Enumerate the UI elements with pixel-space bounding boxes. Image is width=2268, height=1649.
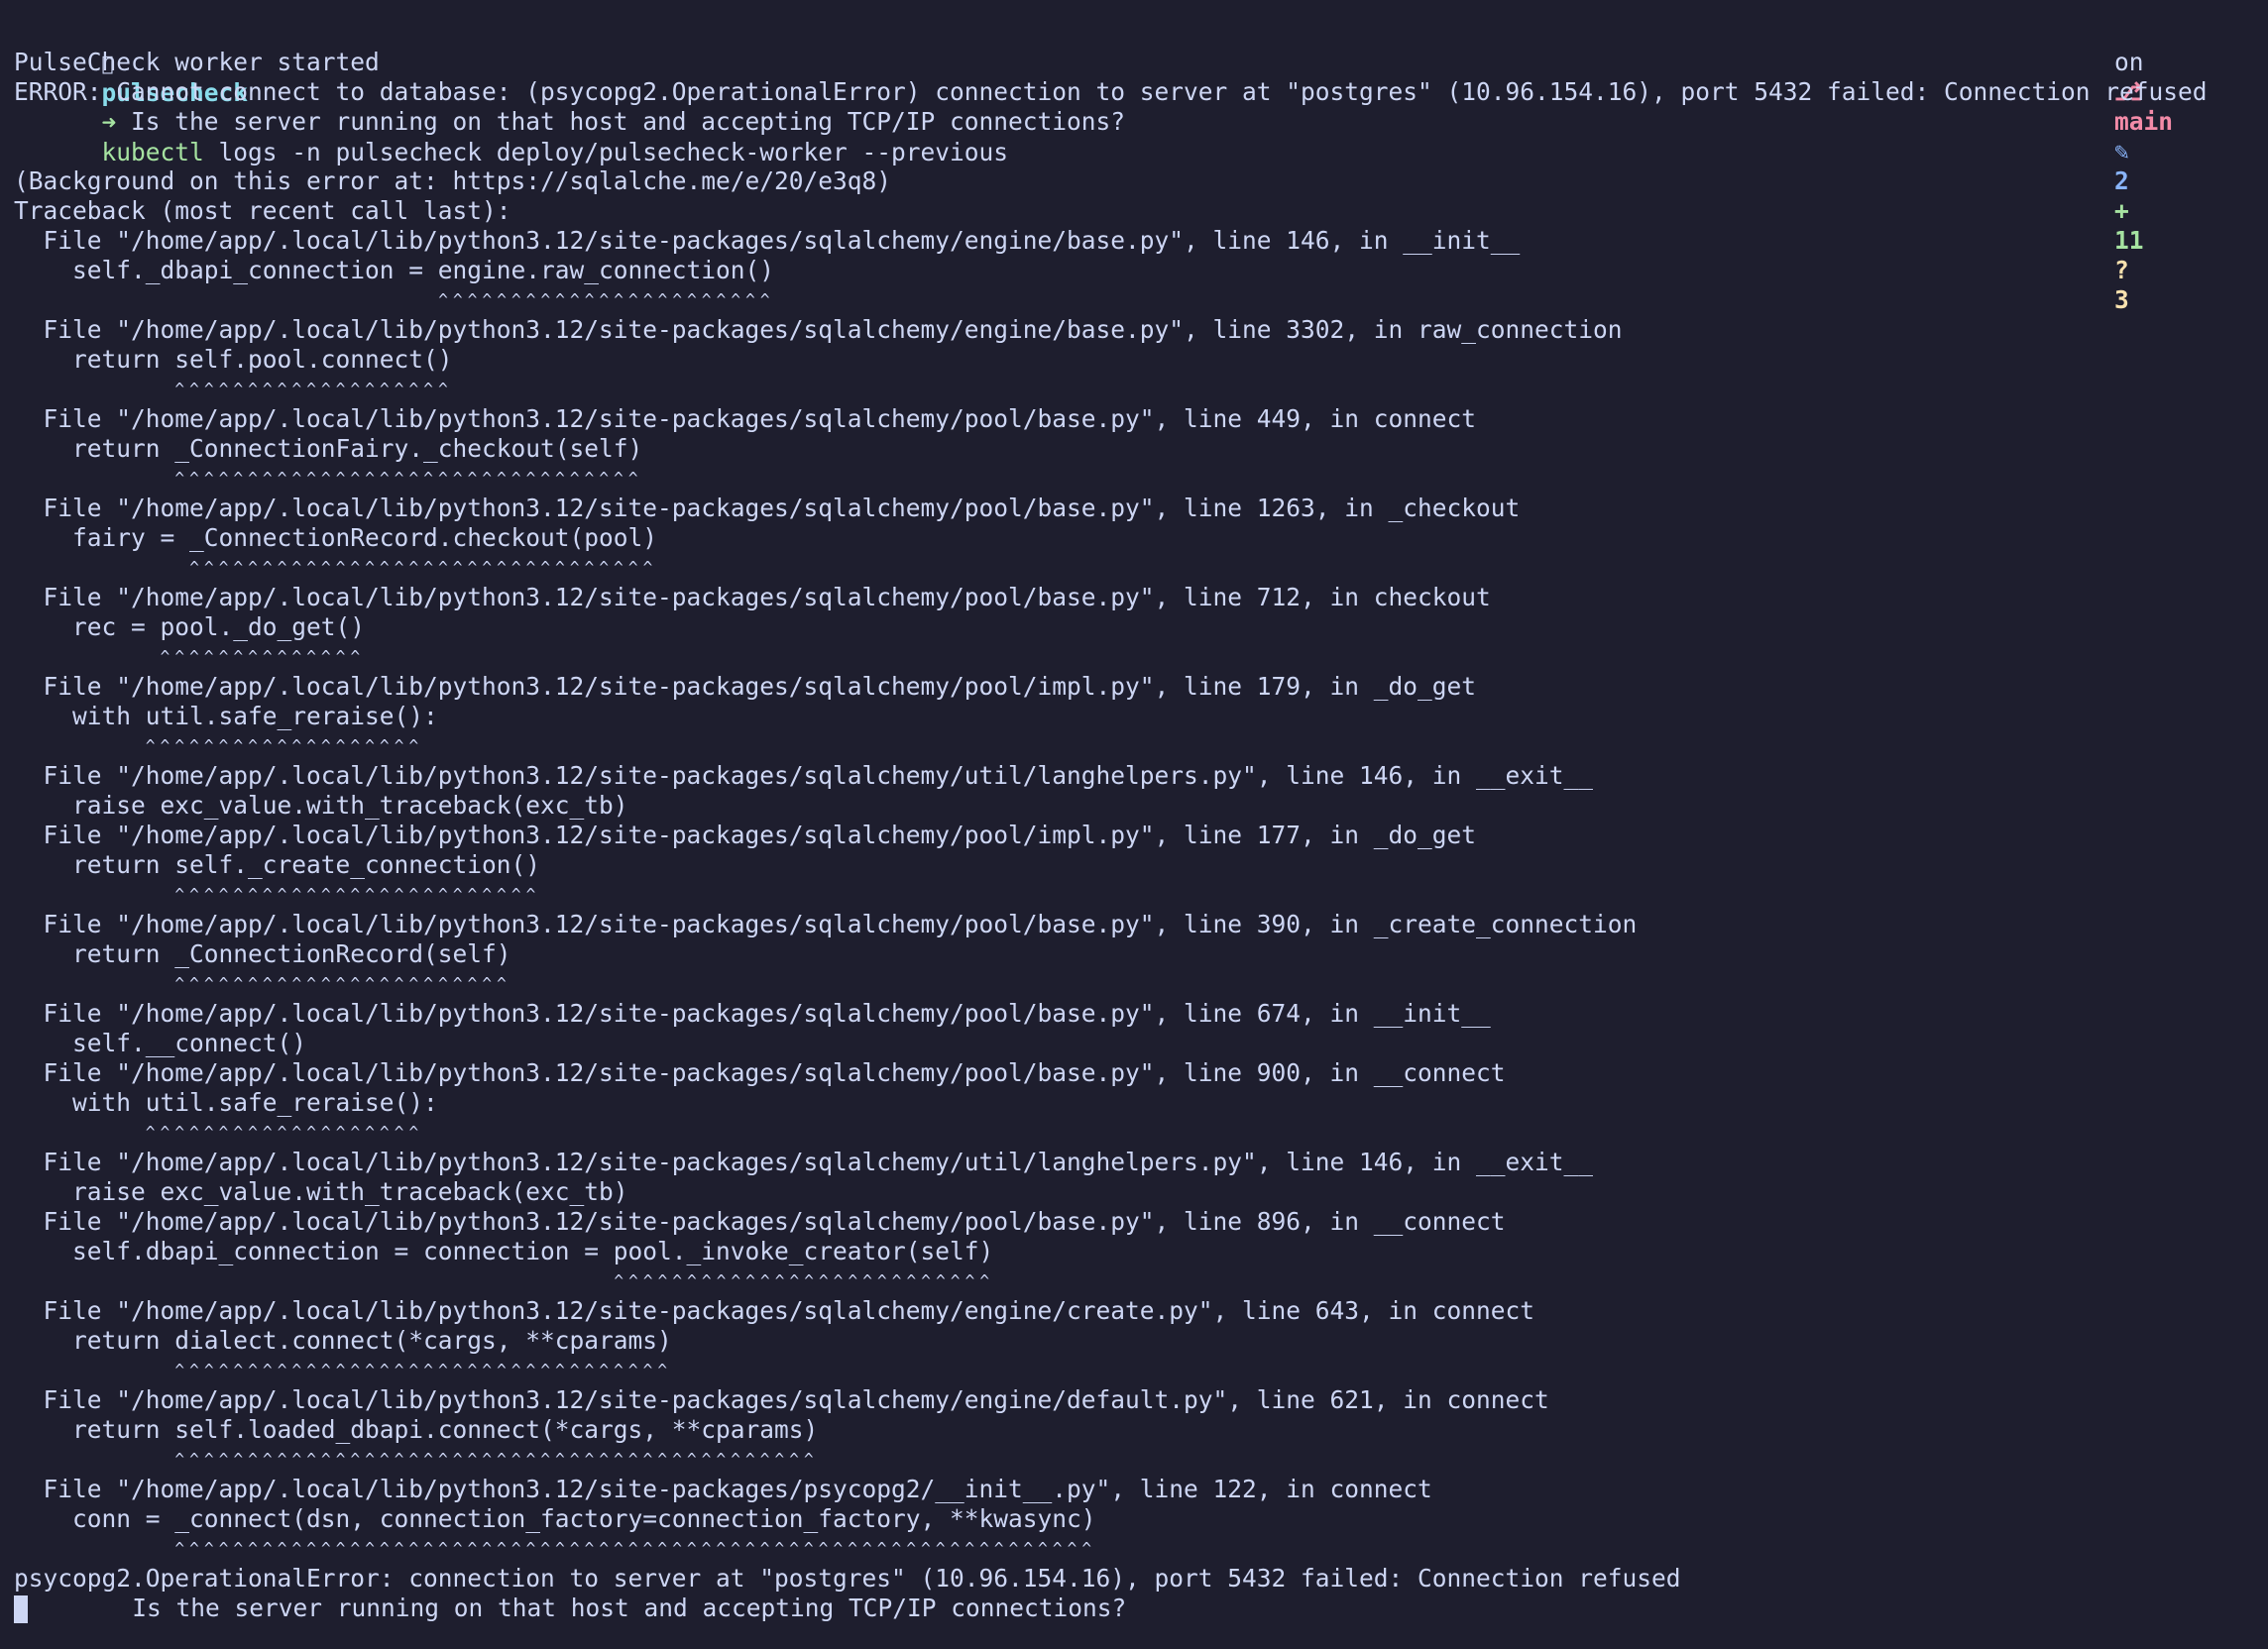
terminal-window[interactable]:  pulsecheck ➜ kubectl logs -n pulsechec… (0, 0, 2268, 1649)
log-line: File "/home/app/.local/lib/python3.12/si… (14, 404, 1477, 433)
log-line: File "/home/app/.local/lib/python3.12/si… (14, 1296, 1535, 1325)
added-count: 11 (2113, 226, 2144, 255)
modified-count: 2 (2113, 166, 2129, 195)
caret-underline: ^^^^^^^^^^^^^^^^^^^^^^^^^^^^^^^^ (189, 558, 658, 577)
log-line: File "/home/app/.local/lib/python3.12/si… (14, 226, 1521, 255)
log-line: File "/home/app/.local/lib/python3.12/si… (14, 1475, 1432, 1503)
pencil-icon: ✎ (2113, 137, 2129, 165)
shell-prompt:  pulsecheck ➜ kubectl logs -n pulsechec… (14, 18, 2268, 314)
log-line: File "/home/app/.local/lib/python3.12/si… (14, 494, 1521, 522)
log-line: File "/home/app/.local/lib/python3.12/si… (14, 761, 1594, 790)
log-line: self._dbapi_connection = engine.raw_conn… (14, 256, 775, 284)
git-branch-name: main (2113, 107, 2173, 136)
log-line: with util.safe_reraise(): (14, 702, 438, 730)
log-line: File "/home/app/.local/lib/python3.12/si… (14, 672, 1477, 701)
caret-underline: ^^^^^^^^^^^^^^^^^^^^^^^^^^ (614, 1271, 995, 1290)
log-line: Traceback (most recent call last): (14, 196, 511, 225)
caret-underline: ^^^^^^^^^^^^^^^^^^^^^^^^^^^^^^^^ (174, 469, 643, 488)
log-line: File "/home/app/.local/lib/python3.12/si… (14, 583, 1491, 611)
log-line: return _ConnectionFairy._checkout(self) (14, 434, 643, 463)
log-line: return self.loaded_dbapi.connect(*cargs,… (14, 1415, 819, 1444)
terminal-cursor (14, 1595, 28, 1623)
log-line: ERROR: Cannot connect to database: (psyc… (14, 77, 2208, 106)
log-line: File "/home/app/.local/lib/python3.12/si… (14, 1385, 1549, 1414)
log-line: return dialect.connect(*cargs, **cparams… (14, 1326, 672, 1355)
log-line: PulseCheck worker started (14, 48, 380, 76)
log-line: fairy = _ConnectionRecord.checkout(pool) (14, 523, 658, 552)
caret-underline: ^^^^^^^^^^^^^^^^^^^^^^^^^^^^^^^^^^^^^^^^… (174, 1539, 1097, 1558)
log-line: with util.safe_reraise(): (14, 1088, 438, 1117)
log-line: self.dbapi_connection = connection = poo… (14, 1237, 994, 1265)
log-line: self.__connect() (14, 1029, 307, 1057)
log-output: PulseCheck worker started ERROR: Cannot c… (14, 48, 2268, 1594)
caret-underline: ^^^^^^^^^^^^^^ (160, 647, 366, 666)
log-line: rec = pool._do_get() (14, 612, 366, 641)
log-line: (Background on this error at: https://sq… (14, 166, 892, 195)
caret-underline: ^^^^^^^^^^^^^^^^^^^^^^^^^ (174, 885, 541, 904)
log-line: raise exc_value.with_traceback(exc_tb) (14, 791, 628, 820)
log-line: File "/home/app/.local/lib/python3.12/si… (14, 821, 1477, 849)
log-line: psycopg2.OperationalError: connection to… (14, 1564, 1681, 1593)
untracked-count: 3 (2113, 285, 2129, 314)
plus-icon: + (2113, 196, 2129, 225)
git-status: on ⎇ main ✎ 2 + 11 ? 3 (2026, 18, 2173, 314)
log-line: return self.pool.connect() (14, 345, 453, 374)
command-args: logs -n pulsecheck deploy/pulsecheck-wor… (203, 138, 1009, 166)
log-line: raise exc_value.with_traceback(exc_tb) (14, 1177, 628, 1206)
caret-underline: ^^^^^^^^^^^^^^^^^^^^^^^^^^^^^^^^^^^^^^^^… (174, 1450, 819, 1469)
log-line: conn = _connect(dsn, connection_factory=… (14, 1504, 1096, 1533)
question-icon: ? (2113, 256, 2129, 284)
log-line: File "/home/app/.local/lib/python3.12/si… (14, 999, 1491, 1028)
caret-underline: ^^^^^^^^^^^^^^^^^^^ (174, 380, 453, 398)
log-line: File "/home/app/.local/lib/python3.12/si… (14, 1207, 1506, 1236)
caret-underline: ^^^^^^^^^^^^^^^^^^^ (145, 1123, 424, 1142)
log-line: return _ConnectionRecord(self) (14, 939, 511, 968)
log-line: File "/home/app/.local/lib/python3.12/si… (14, 315, 1623, 344)
on-label: on (2113, 48, 2144, 76)
command-name: kubectl (101, 138, 204, 166)
log-line: File "/home/app/.local/lib/python3.12/si… (14, 1148, 1594, 1176)
caret-underline: ^^^^^^^^^^^^^^^^^^^^^^^ (438, 290, 775, 309)
log-line: Is the server running on that host and a… (14, 107, 1126, 136)
log-line: File "/home/app/.local/lib/python3.12/si… (14, 910, 1638, 938)
log-line: File "/home/app/.local/lib/python3.12/si… (14, 1058, 1506, 1087)
prompt-left:  pulsecheck ➜ kubectl logs -n pulsechec… (14, 18, 1009, 166)
caret-underline: ^^^^^^^^^^^^^^^^^^^^^^^^^^^^^^^^^^ (174, 1361, 673, 1379)
caret-underline: ^^^^^^^^^^^^^^^^^^^^^^^ (174, 974, 511, 993)
log-line: return self._create_connection() (14, 850, 541, 879)
cursor-line: Is the server running on that host and a… (14, 1594, 2268, 1623)
log-line-last: Is the server running on that host and a… (30, 1594, 1127, 1622)
caret-underline: ^^^^^^^^^^^^^^^^^^^ (145, 736, 424, 755)
